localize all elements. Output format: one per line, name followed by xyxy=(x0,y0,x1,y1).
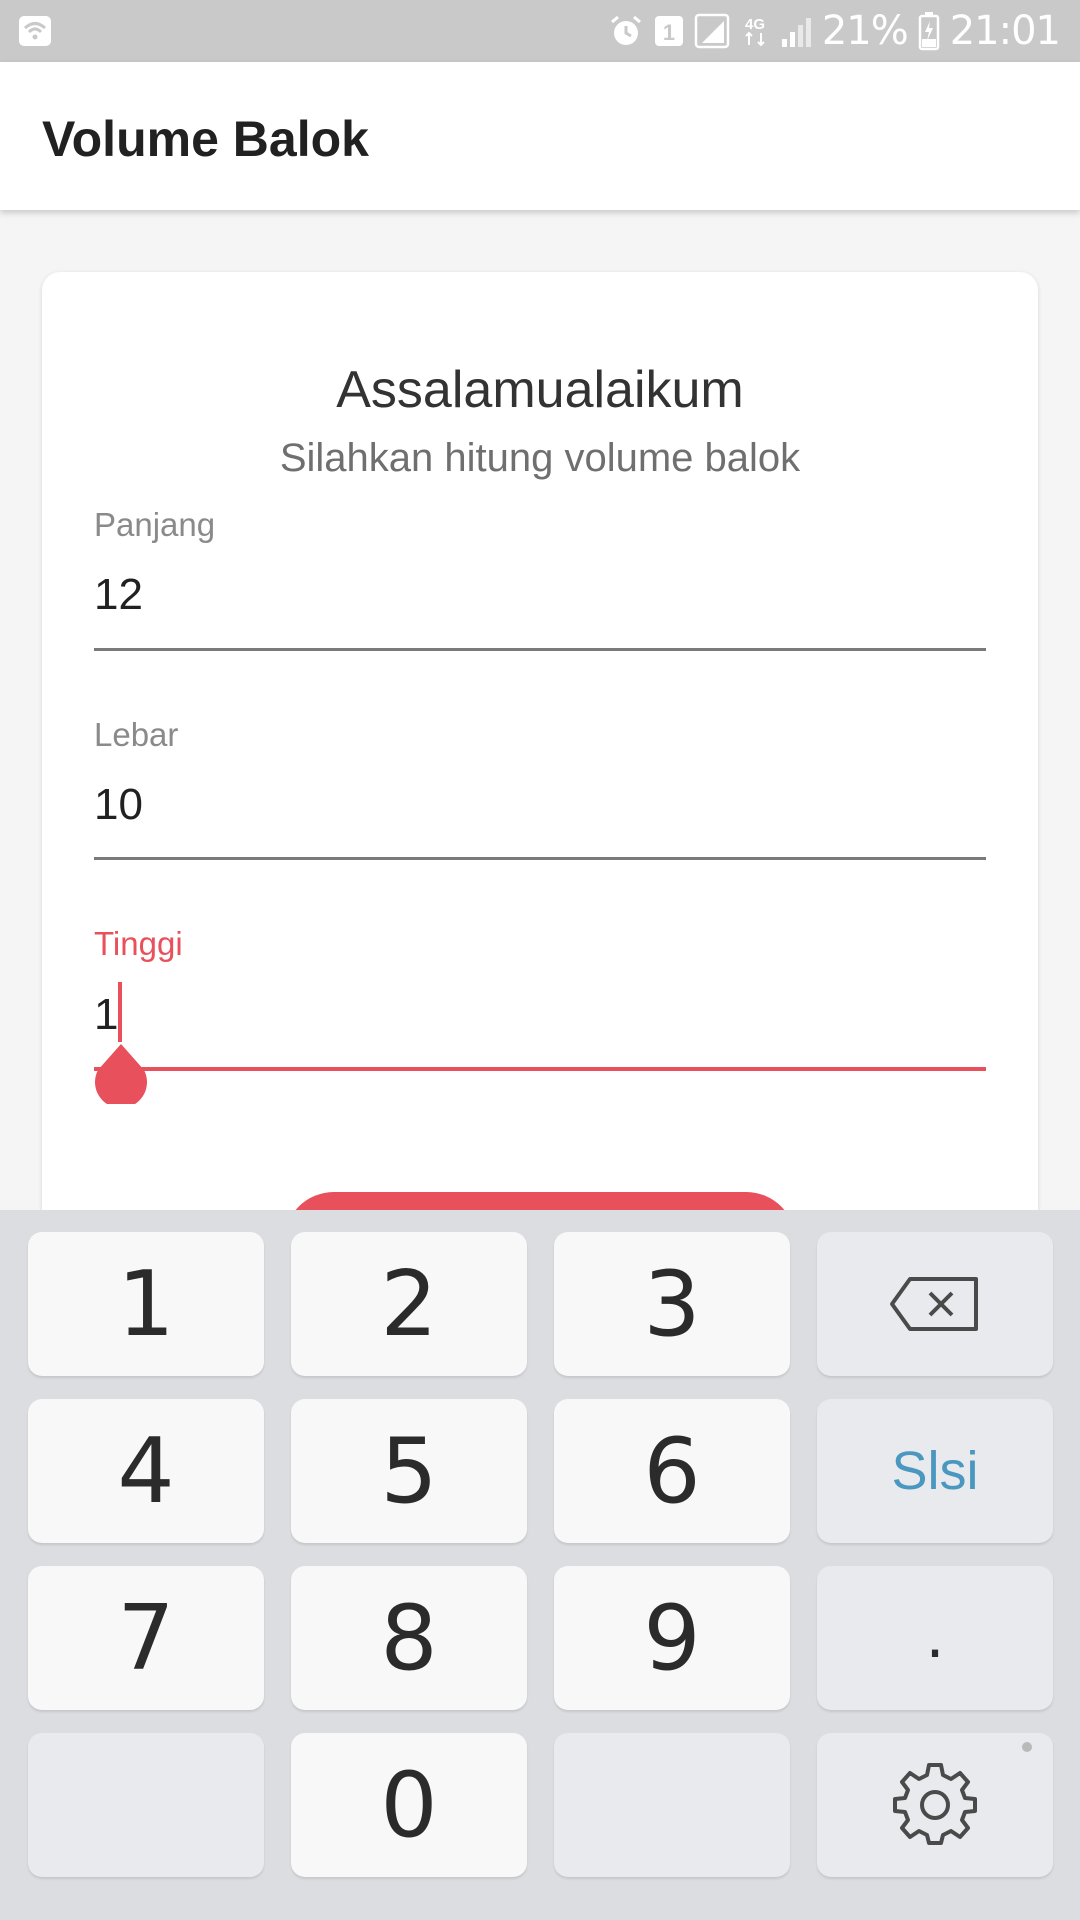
done-label: Slsi xyxy=(891,1441,979,1501)
indicator-dot xyxy=(1022,1742,1032,1752)
key-settings[interactable] xyxy=(817,1733,1053,1877)
key-blank-left xyxy=(28,1733,264,1877)
tinggi-label: Tinggi xyxy=(94,925,183,962)
form-card xyxy=(42,272,1038,1272)
signal-icon xyxy=(694,13,730,49)
key-decimal[interactable]: . xyxy=(817,1566,1053,1710)
tinggi-underline xyxy=(94,1067,986,1071)
panjang-label: Panjang xyxy=(94,506,216,543)
lebar-underline xyxy=(94,857,986,860)
key-9[interactable]: 9 xyxy=(554,1566,790,1710)
key-2[interactable]: 2 xyxy=(291,1232,527,1376)
key-0[interactable]: 0 xyxy=(291,1733,527,1877)
tinggi-input[interactable]: 1 xyxy=(94,990,118,1040)
clock: 21:01 xyxy=(949,8,1061,54)
key-4[interactable]: 4 xyxy=(28,1399,264,1543)
panjang-underline xyxy=(94,648,986,651)
key-backspace[interactable] xyxy=(817,1232,1053,1376)
sim-badge-text: 1 xyxy=(663,20,675,45)
key-5[interactable]: 5 xyxy=(291,1399,527,1543)
gear-icon xyxy=(893,1763,977,1845)
key-1[interactable]: 1 xyxy=(28,1232,264,1376)
lebar-label: Lebar xyxy=(94,716,179,753)
alarm-icon xyxy=(610,15,641,45)
key-8[interactable]: 8 xyxy=(291,1566,527,1710)
key-done[interactable]: Slsi xyxy=(817,1399,1053,1543)
network-label: 4G xyxy=(745,16,765,33)
sim-badge-icon: 1 xyxy=(654,16,683,46)
battery-percent: 21% xyxy=(821,8,909,54)
key-7[interactable]: 7 xyxy=(28,1566,264,1710)
panjang-input[interactable]: 12 xyxy=(94,570,143,620)
greeting-heading: Assalamualaikum xyxy=(336,361,744,419)
battery-charging-icon xyxy=(918,12,939,51)
app-bar: Volume Balok xyxy=(0,62,1080,210)
text-cursor xyxy=(118,982,122,1042)
decimal-label: . xyxy=(925,1602,945,1672)
key-3[interactable]: 3 xyxy=(554,1232,790,1376)
signal-icon xyxy=(781,18,811,47)
page-title: Volume Balok xyxy=(42,111,369,167)
lebar-input[interactable]: 10 xyxy=(94,780,143,830)
backspace-icon xyxy=(890,1277,978,1331)
cursor-handle[interactable] xyxy=(94,1044,148,1104)
wifi-icon xyxy=(19,16,51,46)
greeting-subtitle: Silahkan hitung volume balok xyxy=(279,436,801,480)
key-blank-right xyxy=(554,1733,790,1877)
key-6[interactable]: 6 xyxy=(554,1399,790,1543)
network-4g-icon: 4G xyxy=(745,16,765,47)
status-bar: 1 4G 21% 21:01 xyxy=(0,0,1080,62)
